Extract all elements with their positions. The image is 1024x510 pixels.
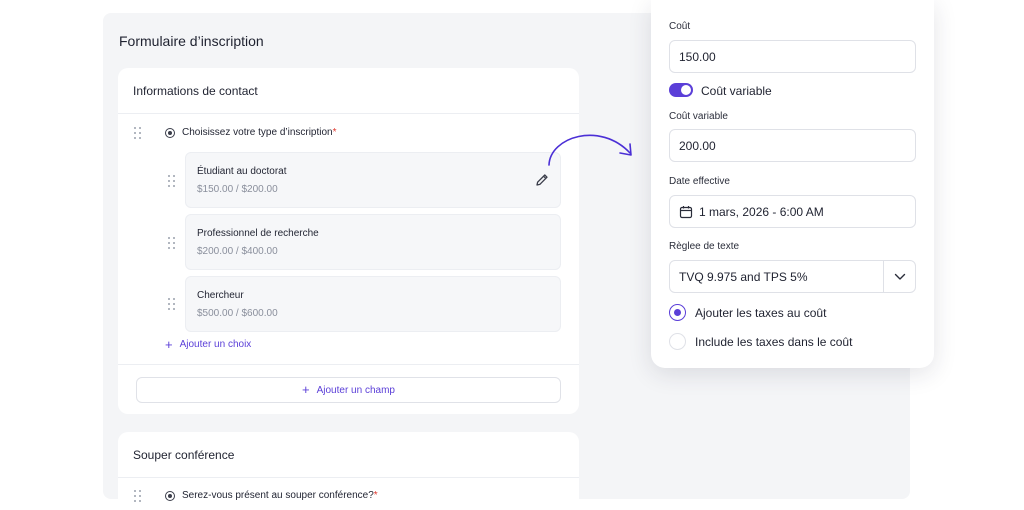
- required-mark: *: [373, 490, 378, 501]
- effective-date-value: 1 mars, 2026 - 6:00 AM: [699, 204, 824, 219]
- variable-cost-toggle-label: Coût variable: [701, 84, 772, 98]
- tax-rule-value: TVQ 9.975 and TPS 5%: [679, 269, 808, 284]
- variable-cost-value: 200.00: [679, 138, 716, 153]
- choice-name: Professionnel de recherche: [197, 228, 319, 239]
- calendar-icon: [679, 205, 693, 218]
- choice-price: $500.00 / $600.00: [197, 308, 278, 319]
- add-choice-label: Ajouter un choix: [179, 339, 252, 350]
- include-taxes-radio[interactable]: [669, 333, 686, 350]
- add-taxes-radio[interactable]: [669, 304, 686, 321]
- add-field-button[interactable]: + Ajouter un champ: [136, 377, 561, 403]
- effective-date-label: Date effective: [669, 176, 730, 187]
- choice-item[interactable]: Professionnel de recherche $200.00 / $40…: [185, 214, 561, 270]
- cost-label: Coût: [669, 21, 691, 32]
- choice-drag-handle-icon[interactable]: [168, 175, 176, 187]
- choice-name: Chercheur: [197, 290, 244, 301]
- question-text: Serez-vous présent au souper conférence?: [182, 490, 374, 501]
- cost-value: 150.00: [679, 49, 716, 64]
- required-mark: *: [332, 127, 337, 138]
- variable-cost-input[interactable]: 200.00: [669, 129, 916, 162]
- souper-section-title: Souper conférence: [118, 432, 579, 478]
- add-taxes-label: Ajouter les taxes au coût: [695, 306, 827, 320]
- choice-price: $200.00 / $400.00: [197, 246, 278, 257]
- question-label: Serez-vous présent au souper conférence?…: [182, 490, 378, 501]
- choice-drag-handle-icon[interactable]: [168, 237, 176, 249]
- curved-arrow-icon: [548, 134, 632, 166]
- choice-name: Étudiant au doctorat: [197, 166, 287, 177]
- plus-icon: +: [302, 382, 310, 397]
- choice-drag-handle-icon[interactable]: [168, 298, 176, 310]
- add-choice-button[interactable]: + Ajouter un choix: [165, 336, 252, 352]
- choice-item[interactable]: Chercheur $500.00 / $600.00: [185, 276, 561, 332]
- add-field-label: Ajouter un champ: [316, 384, 395, 396]
- question-drag-handle-icon[interactable]: [134, 127, 142, 139]
- plus-icon: +: [165, 336, 173, 352]
- question-label: Choisissez votre type d’inscription*: [182, 127, 337, 138]
- radio-question-icon: [165, 491, 175, 501]
- variable-cost-label: Coût variable: [669, 111, 728, 122]
- effective-date-input[interactable]: 1 mars, 2026 - 6:00 AM: [669, 195, 916, 228]
- form-title: Formulaire d’inscription: [119, 33, 264, 49]
- chevron-down-icon[interactable]: [883, 261, 915, 292]
- cost-input[interactable]: 150.00: [669, 40, 916, 73]
- section-divider: [118, 364, 579, 365]
- radio-question-icon: [165, 128, 175, 138]
- choice-item[interactable]: Étudiant au doctorat $150.00 / $200.00: [185, 152, 561, 208]
- contact-section-title: Informations de contact: [118, 68, 579, 114]
- tax-rule-label: Règlee de texte: [669, 241, 740, 252]
- choice-price: $150.00 / $200.00: [197, 184, 278, 195]
- include-taxes-label: Include les taxes dans le coût: [695, 335, 853, 349]
- question-text: Choisissez votre type d’inscription: [182, 127, 333, 138]
- question-drag-handle-icon[interactable]: [134, 490, 142, 502]
- variable-cost-toggle[interactable]: [669, 83, 693, 97]
- tax-rule-select[interactable]: TVQ 9.975 and TPS 5%: [669, 260, 916, 293]
